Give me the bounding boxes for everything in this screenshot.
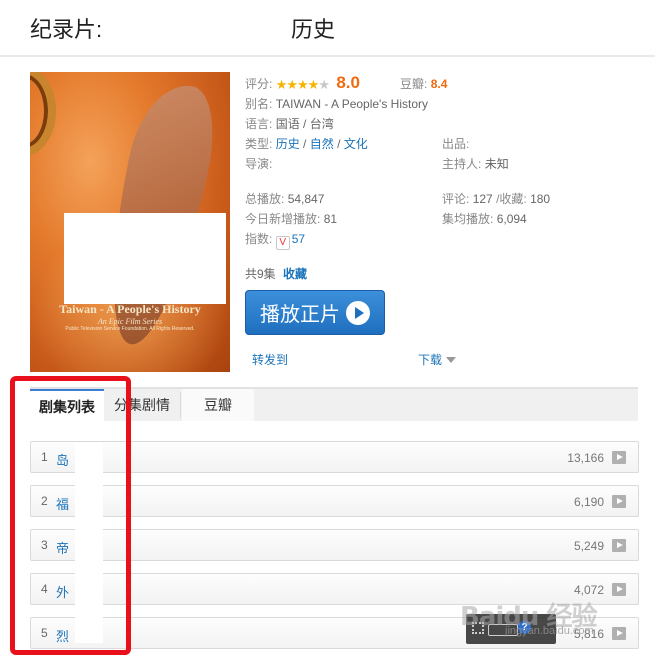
comments-label: 评论: <box>442 192 470 206</box>
play-button[interactable]: 播放正片 <box>245 290 385 335</box>
alias-value: TAIWAN - A People's History <box>275 97 429 111</box>
douban-value: 8.4 <box>430 77 448 91</box>
tab-douban[interactable]: 豆瓣 <box>182 389 254 421</box>
episode-summary-row: 共9集 收藏 <box>245 265 307 282</box>
today-plays-label: 今日新增播放: <box>245 212 321 226</box>
avg-plays-value: 6,094 <box>496 212 527 226</box>
watermark-site: jingyan.baidu.com <box>505 625 594 637</box>
download-label: 下载 <box>418 353 443 367</box>
share-link[interactable]: 转发到 <box>252 351 288 368</box>
host-row: 主持人: 未知 <box>442 155 509 172</box>
comments-row: 评论: 127 /收藏: 180 <box>442 190 550 207</box>
genre-link-culture[interactable]: 文化 <box>344 137 368 151</box>
episode-play-count: 5,249 <box>573 539 604 553</box>
star-icon: ★ <box>275 77 288 92</box>
index-value[interactable]: 57 <box>292 232 305 246</box>
download-dropdown[interactable]: 下载 <box>418 351 457 368</box>
index-label: 指数: <box>245 232 273 246</box>
poster-subtitle: An Epic Film Series <box>97 317 163 326</box>
favorite-link[interactable]: 收藏 <box>283 267 307 281</box>
producer-row: 出品: <box>442 135 469 152</box>
language-value: 国语 / 台湾 <box>275 117 334 131</box>
avg-plays-label: 集均播放: <box>442 212 494 226</box>
play-icon[interactable] <box>612 495 626 508</box>
douban-rating: 豆瓣: 8.4 <box>400 75 447 92</box>
today-plays-row: 今日新增播放: 81 <box>245 210 337 227</box>
total-plays-value: 54,847 <box>287 192 325 206</box>
genre-label: 类型: <box>245 137 273 151</box>
star-empty-icon: ★ <box>318 77 330 92</box>
play-icon[interactable] <box>612 583 626 596</box>
episode-play-count: 4,072 <box>573 583 604 597</box>
genre-separator: / <box>299 137 310 151</box>
play-icon[interactable] <box>612 539 626 552</box>
star-icon: ★ <box>307 77 320 92</box>
today-plays-value: 81 <box>323 212 338 226</box>
director-row: 导演: <box>245 155 272 172</box>
episode-play-count: 6,190 <box>573 495 604 509</box>
rating-row: 评分: ★★★★★ 8.0 <box>245 73 360 93</box>
poster-image[interactable]: Taiwan - A People's History An Epic Film… <box>30 72 230 372</box>
favorites-value: 180 <box>530 192 551 206</box>
language-row: 语言: 国语 / 台湾 <box>245 115 334 132</box>
genre-link-history[interactable]: 历史 <box>276 137 300 151</box>
genre-separator: / <box>333 137 344 151</box>
rating-value: 8.0 <box>336 73 360 92</box>
alias-row: 别名: TAIWAN - A People's History <box>245 95 428 112</box>
genre-row: 类型: 历史 / 自然 / 文化 <box>245 135 368 152</box>
language-label: 语言: <box>245 117 273 131</box>
episode-count: 共9集 <box>245 267 276 281</box>
star-icon: ★ <box>286 77 298 92</box>
comments-value: 127 <box>472 192 493 206</box>
poster-title: Taiwan - A People's History <box>59 302 201 316</box>
favorites-label: /收藏: <box>496 192 527 206</box>
header-divider <box>0 55 655 57</box>
tab-divider <box>180 392 181 418</box>
genre-link-nature[interactable]: 自然 <box>310 137 334 151</box>
douban-label: 豆瓣: <box>400 77 428 91</box>
poster-credit: Public Television Service Foundation. Al… <box>65 326 195 332</box>
avg-plays-row: 集均播放: 6,094 <box>442 210 527 227</box>
host-label: 主持人: <box>442 157 482 171</box>
star-icon: ★ <box>297 77 309 92</box>
rating-stars: ★★★★★ <box>275 77 330 93</box>
producer-label: 出品: <box>442 137 470 151</box>
chevron-down-icon <box>446 357 457 363</box>
play-icon[interactable] <box>612 627 626 640</box>
film-reel-graphic <box>30 72 56 156</box>
director-label: 导演: <box>245 157 273 171</box>
play-icon[interactable] <box>612 451 626 464</box>
play-button-label: 播放正片 <box>260 304 340 326</box>
page-title: 历史 <box>291 17 336 42</box>
total-plays-row: 总播放: 54,847 <box>245 190 324 207</box>
host-value: 未知 <box>484 157 509 171</box>
annotation-highlight-box <box>10 376 131 655</box>
index-row: 指数: V 57 <box>245 230 305 250</box>
category-label: 纪录片: <box>30 17 103 42</box>
index-v-icon: V <box>275 236 290 250</box>
play-circle-icon <box>346 300 370 325</box>
redacted-area <box>64 213 226 304</box>
alias-label: 别名: <box>245 97 273 111</box>
episode-play-count: 13,166 <box>567 451 604 465</box>
rating-label: 评分: <box>245 77 273 91</box>
total-plays-label: 总播放: <box>245 192 285 206</box>
